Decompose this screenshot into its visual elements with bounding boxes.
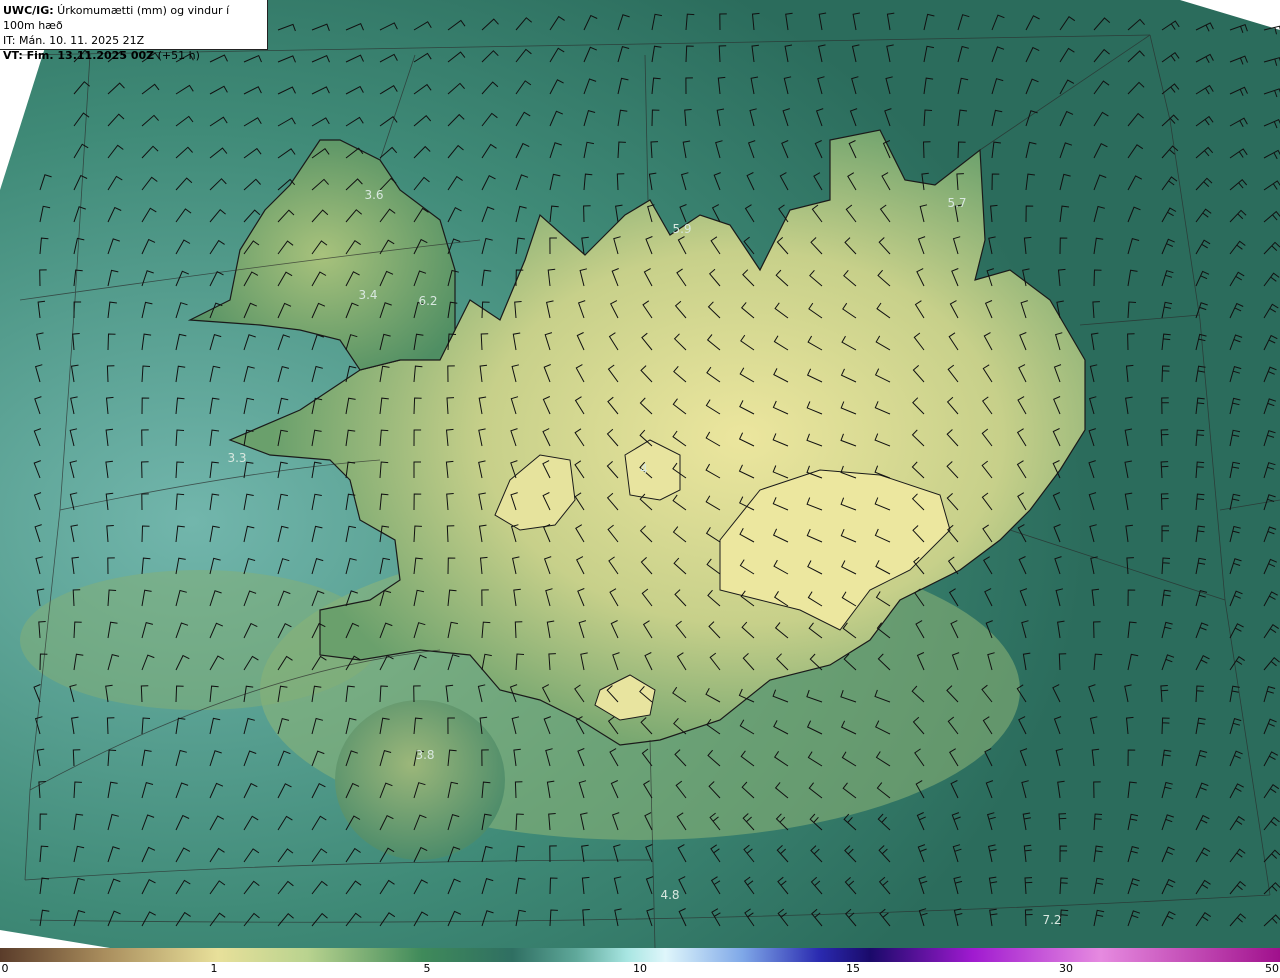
forecast-map: UWC/IG: Úrkomumætti (mm) og vindur í 100… (0, 0, 1280, 948)
max-value-label: 3.4 (358, 288, 378, 302)
max-value-label: 5.7 (947, 196, 967, 210)
colorbar-tick: 1 (210, 962, 218, 975)
colorbar-tick: 0 (1, 962, 9, 975)
precipitation-blob (335, 700, 505, 860)
colorbar (0, 948, 1280, 962)
valid-time: VT: Fim. 13.11.2025 00Z (3, 49, 155, 62)
max-value-label: 3.6 (364, 188, 384, 202)
max-value-label: 7.2 (1042, 913, 1062, 927)
model-code: UWC/IG: (3, 4, 54, 17)
colorbar-tick: 30 (1059, 962, 1073, 975)
title-line: UWC/IG: Úrkomumætti (mm) og vindur í 100… (3, 3, 264, 33)
colorbar-gradient (0, 948, 1280, 962)
max-value-label: 6.2 (418, 294, 438, 308)
map-header: UWC/IG: Úrkomumætti (mm) og vindur í 100… (0, 0, 268, 62)
max-value-label: 4 (640, 462, 648, 476)
max-value-label: 4.8 (660, 888, 680, 902)
valid-time-line: VT: Fim. 13.11.2025 00Z (+51 h) (3, 48, 264, 63)
max-value-label: 3.3 (227, 451, 247, 465)
colorbar-tick: 15 (846, 962, 860, 975)
colorbar-tick: 10 (633, 962, 647, 975)
max-value-label: 5.9 (672, 222, 692, 236)
initial-time: IT: Mán. 10. 11. 2025 21Z (3, 34, 145, 47)
colorbar-tick: 5 (423, 962, 431, 975)
colorbar-tick: 50 (1265, 962, 1279, 975)
forecast-offset: (+51 h) (154, 49, 200, 62)
max-value-label: 3.8 (415, 748, 435, 762)
